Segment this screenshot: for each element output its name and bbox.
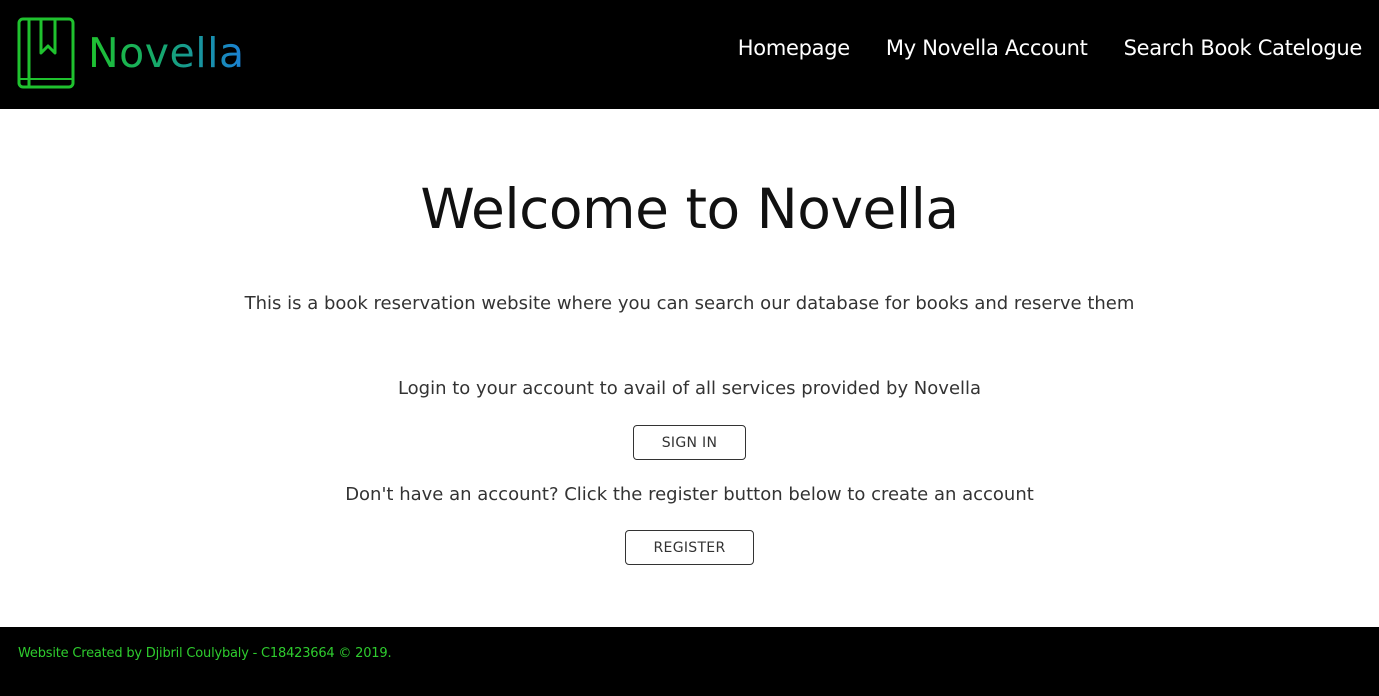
- bookmark-book-icon: [17, 17, 75, 89]
- nav-link-search-catalogue[interactable]: Search Book Catelogue: [1124, 30, 1363, 66]
- nav-link-my-account[interactable]: My Novella Account: [886, 30, 1088, 66]
- nav-link-homepage[interactable]: Homepage: [738, 30, 850, 66]
- main-nav: Homepage My Novella Account Search Book …: [738, 30, 1363, 66]
- page-title: Welcome to Novella: [420, 177, 959, 241]
- register-prompt: Don't have an account? Click the registe…: [345, 484, 1034, 505]
- sign-in-button[interactable]: SIGN IN: [633, 425, 746, 460]
- brand-name: Novella: [88, 17, 245, 89]
- site-footer: Website Created by Djibril Coulybaly - C…: [0, 627, 1379, 696]
- site-header: Novella Homepage My Novella Account Sear…: [0, 0, 1379, 109]
- main-content: Welcome to Novella This is a book reserv…: [0, 109, 1379, 627]
- logo-link[interactable]: Novella: [17, 17, 245, 89]
- login-prompt: Login to your account to avail of all se…: [397, 378, 982, 399]
- footer-credit: Website Created by Djibril Coulybaly - C…: [18, 646, 392, 661]
- register-button[interactable]: REGISTER: [625, 530, 754, 565]
- intro-text: This is a book reservation website where…: [244, 293, 1135, 314]
